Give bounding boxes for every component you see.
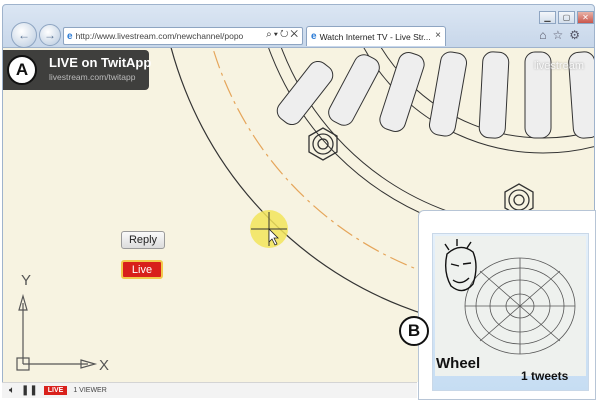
axis-x-label: X (99, 357, 110, 374)
speaker-icon[interactable]: 🔈︎ (9, 385, 15, 396)
ie-logo-icon: e (311, 31, 317, 42)
axis-y-label: Y (21, 272, 32, 289)
marker-b: B (399, 316, 429, 346)
browser-toolbar-icons: ⌂☆⚙ (539, 28, 586, 42)
overlay-title: LIVE on TwitApp (49, 55, 152, 70)
maximize-button[interactable]: ▢ (558, 11, 575, 24)
stop-icon[interactable]: ✕ (290, 29, 300, 40)
player-controls: 🔈︎ ❚❚ LIVE 1 VIEWER (2, 382, 417, 398)
twitapp-overlay: A LIVE on TwitApp livestream.com/twitapp (3, 50, 152, 90)
gear-icon[interactable]: ⚙ (569, 28, 586, 42)
back-arrow-icon: ← (18, 28, 30, 42)
tab-title: Watch Internet TV - Live Str... (319, 31, 431, 42)
forward-arrow-icon: → (44, 28, 56, 42)
star-icon[interactable]: ☆ (552, 28, 569, 42)
tab-livestream[interactable]: e Watch Internet TV - Live Str... × (306, 26, 446, 46)
search-icon[interactable]: ⌕ (266, 29, 274, 40)
tab-close-icon[interactable]: × (435, 30, 441, 41)
refresh-icon[interactable]: ↻ (280, 29, 290, 40)
address-bar[interactable]: e http://www.livestream.com/newchannel/p… (63, 27, 303, 45)
overlay-subtitle: livestream.com/twitapp (49, 72, 136, 82)
marker-a: A (7, 55, 37, 85)
minimize-button[interactable]: ▁ (539, 11, 556, 24)
back-button[interactable]: ← (11, 22, 37, 48)
widget-title: Wheel (436, 355, 481, 372)
close-window-button[interactable]: ✕ (577, 11, 594, 24)
url-text: http://www.livestream.com/newchannel/pop… (75, 31, 244, 41)
forward-button[interactable]: → (39, 24, 61, 46)
livestream-watermark: livestream (533, 60, 584, 72)
viewer-count: 1 VIEWER (73, 387, 107, 394)
reply-button[interactable]: Reply (121, 231, 165, 249)
browser-chrome: ▁ ▢ ✕ ← → e http://www.livestream.com/ne… (2, 4, 595, 48)
live-badge: LIVE (43, 386, 68, 395)
address-tools: ⌕▾↻✕ (266, 29, 300, 40)
tweet-count: 1 tweets (521, 369, 569, 383)
home-icon[interactable]: ⌂ (539, 28, 552, 42)
pause-icon[interactable]: ❚❚ (21, 385, 38, 396)
ie-logo-icon: e (67, 30, 73, 42)
live-button[interactable]: Live (121, 260, 163, 279)
